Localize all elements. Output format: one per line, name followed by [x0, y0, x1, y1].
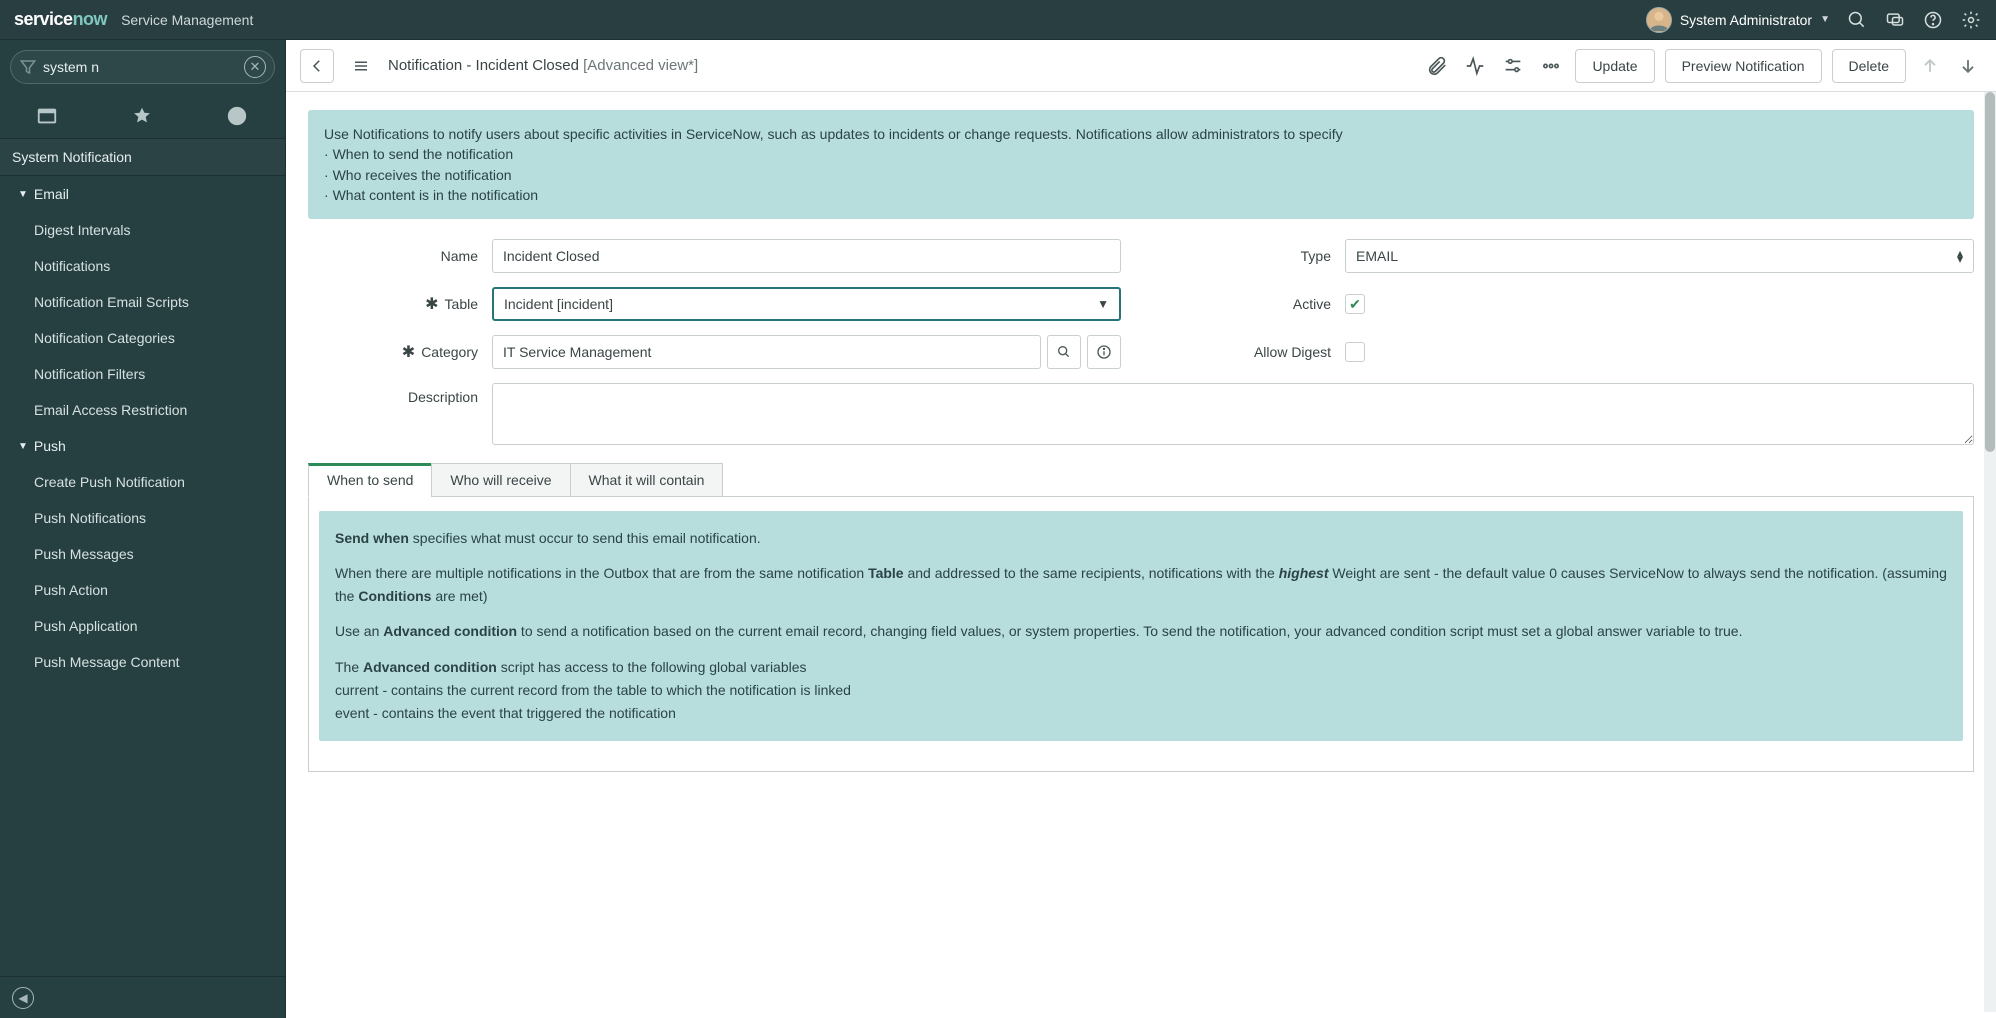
table-select[interactable]: Incident [incident] ▼: [492, 287, 1121, 321]
description-field[interactable]: [492, 383, 1974, 445]
filter-input[interactable]: [43, 59, 244, 75]
info-bullet: What content is in the notification: [324, 185, 1958, 205]
info-button[interactable]: [1087, 335, 1121, 369]
global-header: servicenow Service Management System Adm…: [0, 0, 1996, 40]
label-type: Type: [1161, 248, 1331, 264]
nav-item[interactable]: Notifications: [0, 248, 285, 284]
collapse-sidebar-button[interactable]: ◀: [12, 987, 34, 1009]
form-tabs: When to send Who will receive What it wi…: [308, 463, 1974, 497]
label-name: Name: [308, 248, 478, 264]
help-icon[interactable]: [1922, 9, 1944, 31]
avatar: [1646, 7, 1672, 33]
label-active: Active: [1161, 296, 1331, 312]
caret-down-icon: ▼: [1820, 14, 1830, 25]
nav-tab-history[interactable]: [190, 98, 284, 134]
settings-sliders-icon[interactable]: [1499, 52, 1527, 80]
filter-navigator[interactable]: ✕: [10, 50, 275, 84]
main-content: Notification - Incident Closed [Advanced…: [286, 40, 1996, 1018]
brand-subtitle: Service Management: [121, 12, 253, 28]
chat-icon[interactable]: [1884, 9, 1906, 31]
sidebar: ✕ System Notification ▼ Email Digest Int…: [0, 40, 286, 1018]
user-menu[interactable]: System Administrator ▼: [1646, 7, 1830, 33]
nav-tab-favorites[interactable]: [95, 98, 189, 134]
tab-when-to-send[interactable]: When to send: [308, 463, 432, 497]
chevron-down-icon: ▼: [18, 441, 28, 452]
update-button[interactable]: Update: [1575, 49, 1654, 83]
nav-item[interactable]: Notification Filters: [0, 356, 285, 392]
label-description: Description: [308, 383, 478, 405]
more-icon[interactable]: [1537, 52, 1565, 80]
brand-logo: servicenow: [14, 9, 107, 30]
menu-icon[interactable]: [344, 49, 378, 83]
preview-notification-button[interactable]: Preview Notification: [1665, 49, 1822, 83]
nav-module[interactable]: System Notification: [0, 138, 285, 176]
tab-who-will-receive[interactable]: Who will receive: [431, 463, 570, 497]
scrollbar-thumb[interactable]: [1985, 92, 1995, 452]
nav-section-label: Push: [34, 438, 66, 454]
label-category: Category: [421, 344, 478, 360]
nav-item[interactable]: Create Push Notification: [0, 464, 285, 500]
nav-item[interactable]: Push Notifications: [0, 500, 285, 536]
nav-tab-all[interactable]: [0, 98, 94, 134]
clear-filter-button[interactable]: ✕: [244, 56, 266, 78]
type-value: EMAIL: [1356, 248, 1398, 264]
search-icon[interactable]: [1846, 9, 1868, 31]
type-select[interactable]: EMAIL ▴▾: [1345, 239, 1974, 273]
delete-button[interactable]: Delete: [1832, 49, 1906, 83]
nav-item[interactable]: Push Application: [0, 608, 285, 644]
allow-digest-checkbox[interactable]: [1345, 342, 1365, 362]
tab-info-box: Send when specifies what must occur to s…: [319, 511, 1963, 741]
next-record-button[interactable]: [1954, 49, 1982, 83]
user-name: System Administrator: [1680, 12, 1812, 28]
nav-item[interactable]: Email Access Restriction: [0, 392, 285, 428]
lookup-button[interactable]: [1047, 335, 1081, 369]
scrollbar[interactable]: [1984, 92, 1996, 1012]
chevron-down-icon: ▼: [1097, 297, 1109, 311]
form-header: Notification - Incident Closed [Advanced…: [286, 40, 1996, 92]
form-title: Notification - Incident Closed [Advanced…: [388, 57, 698, 74]
form-info-box: Use Notifications to notify users about …: [308, 110, 1974, 219]
activity-icon[interactable]: [1461, 52, 1489, 80]
nav-section-label: Email: [34, 186, 69, 202]
attachment-icon[interactable]: [1423, 52, 1451, 80]
back-button[interactable]: [300, 49, 334, 83]
info-bullet: Who receives the notification: [324, 165, 1958, 185]
active-checkbox[interactable]: ✔: [1345, 294, 1365, 314]
required-icon: ✱: [402, 342, 415, 362]
nav-item[interactable]: Push Action: [0, 572, 285, 608]
info-lead: Use Notifications to notify users about …: [324, 124, 1958, 144]
category-field[interactable]: [492, 335, 1041, 369]
label-table: Table: [445, 296, 478, 312]
nav-list: System Notification ▼ Email Digest Inter…: [0, 138, 285, 976]
required-icon: ✱: [425, 294, 438, 314]
info-bullet: When to send the notification: [324, 144, 1958, 164]
nav-item[interactable]: Push Message Content: [0, 644, 285, 680]
prev-record-button[interactable]: [1916, 49, 1944, 83]
table-value: Incident [incident]: [504, 296, 613, 312]
select-arrows-icon: ▴▾: [1957, 250, 1963, 262]
nav-item[interactable]: Notification Email Scripts: [0, 284, 285, 320]
tab-panel: Send when specifies what must occur to s…: [308, 496, 1974, 772]
nav-item[interactable]: Push Messages: [0, 536, 285, 572]
nav-item[interactable]: Notification Categories: [0, 320, 285, 356]
nav-item[interactable]: Digest Intervals: [0, 212, 285, 248]
nav-section-email[interactable]: ▼ Email: [0, 176, 285, 212]
nav-section-push[interactable]: ▼ Push: [0, 428, 285, 464]
chevron-down-icon: ▼: [18, 189, 28, 200]
gear-icon[interactable]: [1960, 9, 1982, 31]
funnel-icon: [19, 58, 37, 76]
label-allow-digest: Allow Digest: [1161, 344, 1331, 360]
name-field[interactable]: [492, 239, 1121, 273]
tab-what-it-will-contain[interactable]: What it will contain: [570, 463, 724, 497]
